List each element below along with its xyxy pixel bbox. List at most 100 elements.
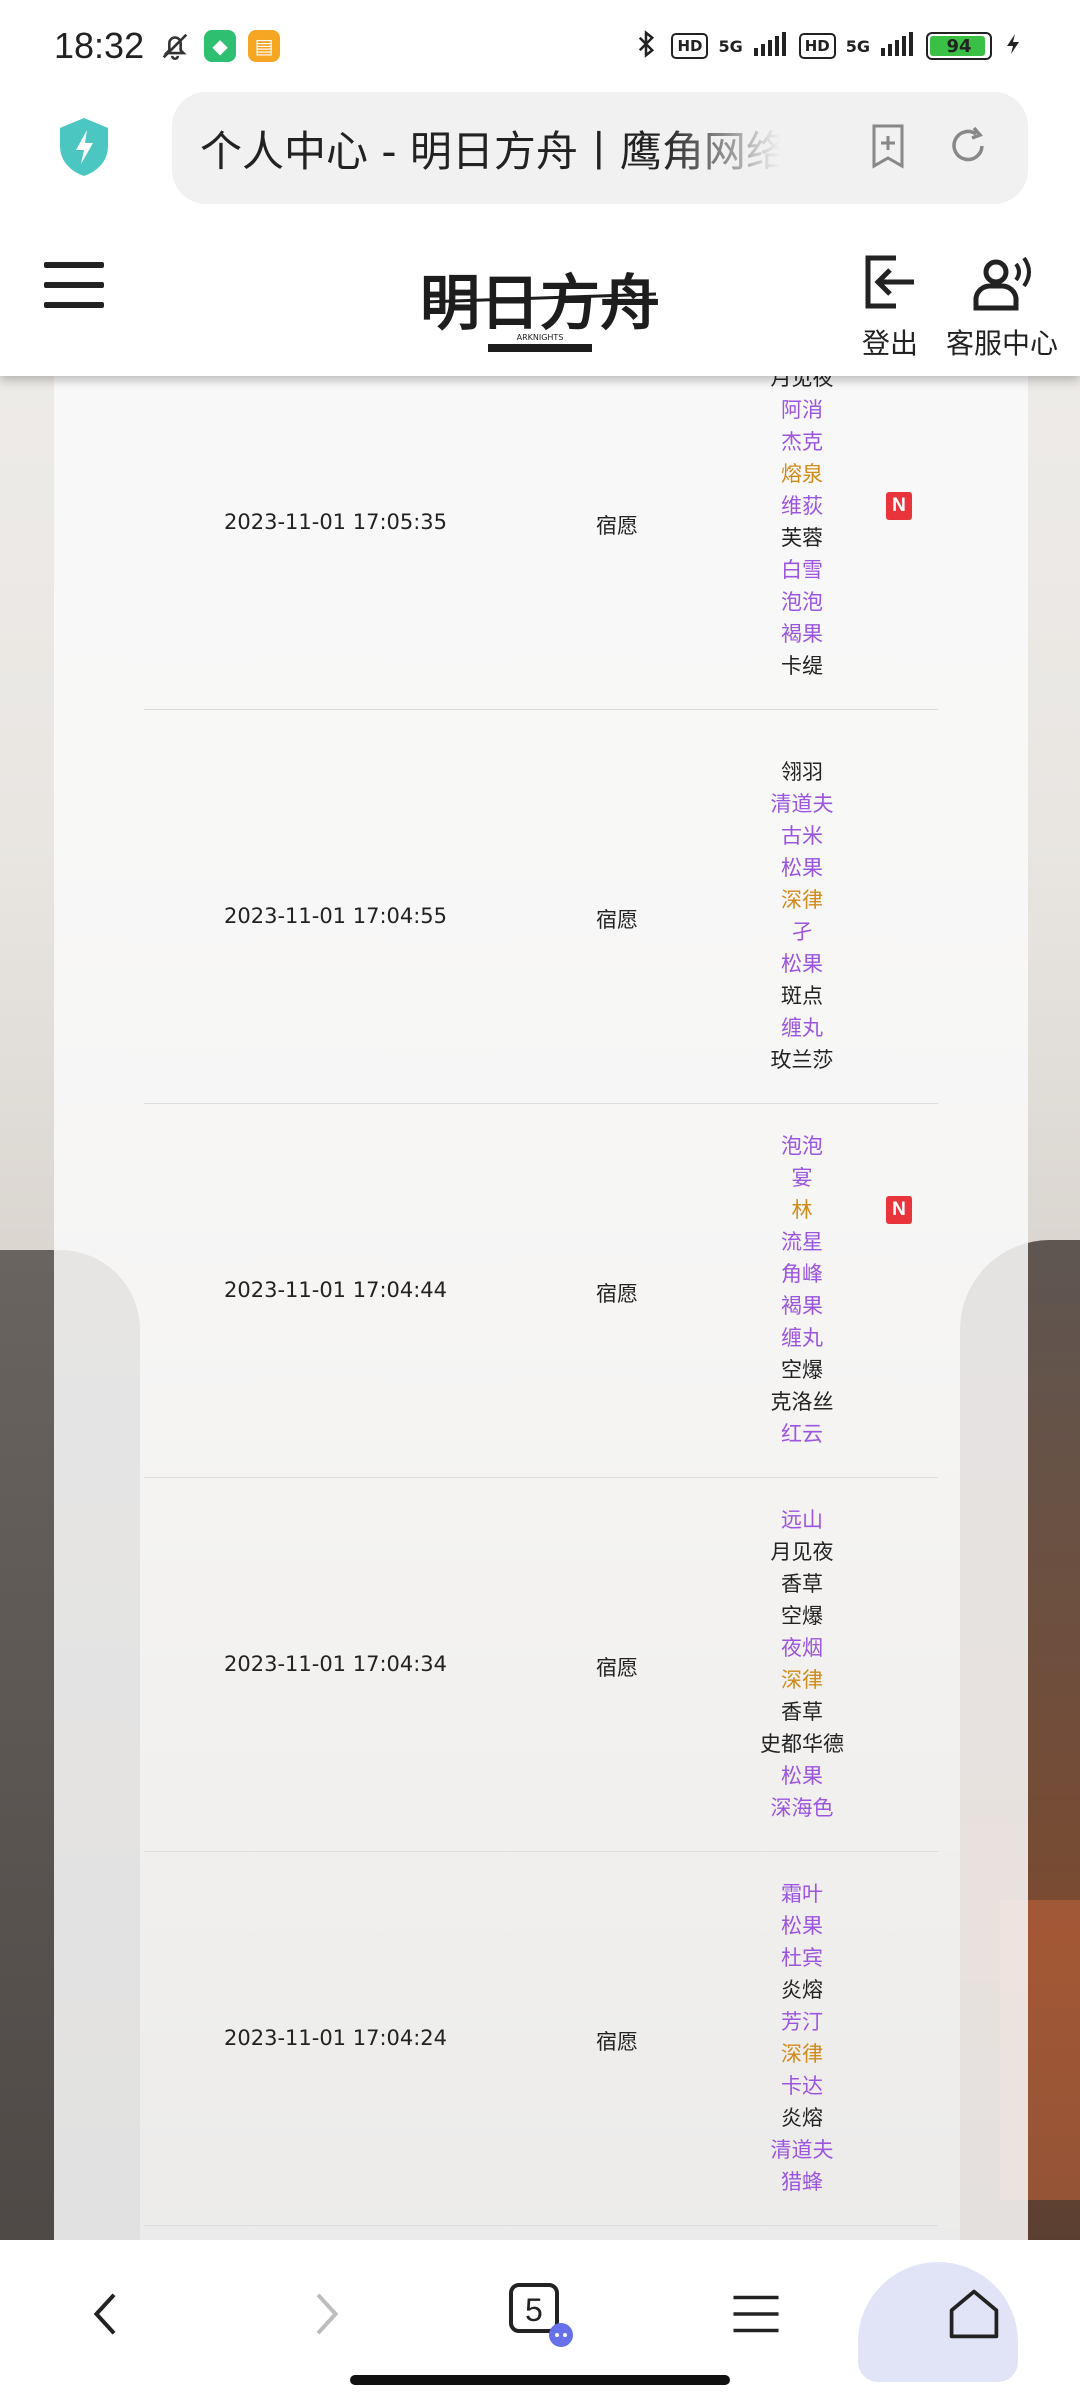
operator-name: 松果 [781,1764,823,1788]
operator-name: 维荻 [781,494,823,518]
record-time: 2023-11-01 17:04:44 [224,1278,448,1302]
url-title: 个人中心 - 明日方舟丨鹰角网络 [200,126,780,176]
operator-name: 褐果 [781,622,823,646]
logout-button[interactable]: 登出 [858,250,922,362]
operator-name: 褐果 [781,1294,823,1318]
gacha-record-row: 2023-11-01 17:04:34 宿愿 远山 月见夜 香草 空爆 夜烟 深律 香草 史都华德… [144,1478,938,1852]
signal-label: 5G [718,36,743,56]
forward-button[interactable] [286,2274,366,2354]
operator-list: 月见夜 阿消 杰克 熔泉 维荻 芙蓉 白雪 泡泡 褐果 卡缇 [734,376,870,682]
operator-name: 深律 [781,888,823,912]
hamburger-line [44,302,104,308]
back-button[interactable] [66,2274,146,2354]
hd-badge: HD [798,33,836,59]
url-field[interactable]: 个人中心 - 明日方舟丨鹰角网络 [172,92,1028,204]
operator-list: 泡泡宴林流星 角峰 褐果 缠丸 空爆 克洛丝 红云 [734,1130,870,1450]
operator-name: 松果 [781,856,823,880]
record-pool: 宿愿 [596,1282,638,1306]
bell-off-icon [158,29,192,63]
operator-name: 清道夫 [770,792,834,816]
record-pool: 宿愿 [596,1656,638,1680]
operator-name: 古米 [781,824,823,848]
operator-name: 远山 [781,1508,823,1532]
browser-address-bar: 个人中心 - 明日方舟丨鹰角网络 [0,92,1080,232]
operator-name: 宴 [791,1166,813,1190]
operator-name: 夜烟 [781,1636,823,1660]
operator-name: 空爆 [781,1358,823,1382]
browser-menu-button[interactable] [716,2274,796,2354]
home-icon [949,2289,999,2339]
operator-name: 芙蓉 [781,526,823,550]
operator-name: 芳汀 [781,2010,823,2034]
add-bookmark-icon[interactable] [862,120,914,172]
gacha-record-row: 2023-11-01 17:04:24 宿愿 霜叶 松果 杜宾 炎熔 芳汀 深律 卡达 炎熔 清道夫… [144,1852,938,2226]
operator-name: 香草 [781,1572,823,1596]
operator-name: 红云 [781,1422,823,1446]
security-shield-icon[interactable] [56,116,112,178]
operator-name: 泡泡 [781,1134,823,1158]
operator-name: 杜宾 [781,1946,823,1970]
signal-label: 5G [845,36,870,56]
operator-name: 角峰 [781,1262,823,1286]
record-pool: 宿愿 [596,2030,638,2054]
operator-name: 炎熔 [781,1978,823,2002]
record-time: 2023-11-01 17:05:35 [224,510,448,534]
battery-level: 94 [946,35,972,57]
operator-name: 克洛丝 [770,1390,834,1414]
status-bar: 18:32 ◆ ▤ HD 5G HD 5G 94 [0,0,1080,92]
home-button[interactable] [934,2274,1014,2354]
record-time: 2023-11-01 17:04:24 [224,2026,448,2050]
operator-name: 卡缇 [781,654,823,678]
operator-name: 松果 [781,1914,823,1938]
gesture-bar[interactable] [350,2375,730,2385]
operator-name: 缠丸 [781,1326,823,1350]
operator-name: 猎蜂 [781,2170,823,2194]
refresh-icon[interactable] [942,120,994,172]
operator-name: 流星 [781,1230,823,1254]
status-time: 18:32 [54,25,145,66]
operator-name: 深律 [781,2042,823,2066]
gacha-history-panel: 2023-11-01 17:05:35 宿愿 月见夜 阿消 杰克 熔泉 维荻 芙蓉 白雪 泡泡 褐果… [54,376,1028,2240]
signal-icon [880,31,916,61]
message-app-icon: ▤ [248,30,281,62]
support-agent-icon [973,256,1031,311]
signal-icon [753,31,789,61]
operator-name: 霜叶 [781,1882,823,1906]
tabs-button[interactable]: 5 [500,2274,580,2354]
record-pool: 宿愿 [596,908,638,932]
operator-name: 深律 [781,1668,823,1692]
gacha-record-row: 2023-11-01 17:04:55 宿愿 翎羽 清道夫 古米 松果 深律孑松果 斑点 缠丸玫… [144,730,938,1104]
record-pool: 宿愿 [596,514,638,538]
operator-name: 阿消 [781,398,823,422]
operator-name: 清道夫 [770,2138,834,2162]
operator-list: 霜叶 松果 杜宾 炎熔 芳汀 深律 卡达 炎熔 清道夫 猎蜂 [734,1878,870,2198]
operator-name: 白雪 [781,558,823,582]
hamburger-line [44,262,104,268]
menu-button[interactable] [44,262,104,312]
record-time: 2023-11-01 17:04:55 [224,904,448,928]
operator-name: 泡泡 [781,590,823,614]
support-label: 客服中心 [946,327,1059,360]
new-badge: N [886,1196,912,1224]
operator-name: 炎熔 [781,2106,823,2130]
battery-indicator: 94 [926,32,992,60]
operator-name: 深海色 [770,1796,834,1820]
arknights-logo[interactable]: 明日方舟 ARKNIGHTS [420,244,660,364]
new-badge: N [886,492,912,520]
bluetooth-icon [631,29,661,64]
tab-count: 5 [525,2292,543,2328]
operator-name: 杰克 [781,430,823,454]
logout-label: 登出 [861,327,918,360]
logo-subtitle: ARKNIGHTS [517,333,564,342]
operator-name: 香草 [781,1700,823,1724]
back-icon [93,2293,116,2335]
browser-bottom-nav: 5 [0,2240,1080,2400]
logo-text: 明日方舟 [420,269,660,339]
hamburger-line [44,282,104,288]
shield-app-icon: ◆ [204,30,237,62]
operator-name: 斑点 [781,984,823,1008]
operator-name: 史都华德 [760,1732,844,1756]
support-button[interactable]: 客服中心 [946,250,1058,362]
gacha-record-row: 2023-11-01 17:05:35 宿愿 月见夜 阿消 杰克 熔泉 维荻 芙蓉 白雪 泡泡 褐果… [144,376,938,710]
operator-name: 松果 [781,952,823,976]
